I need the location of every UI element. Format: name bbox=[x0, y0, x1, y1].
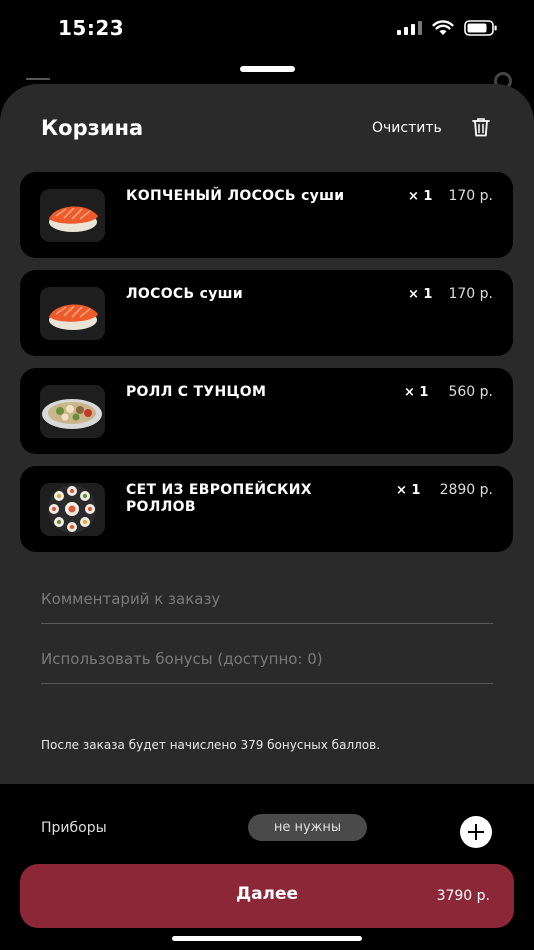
item-price: 560 р. bbox=[448, 384, 493, 400]
item-quantity: × 1 bbox=[404, 385, 429, 400]
item-quantity: × 1 bbox=[408, 287, 433, 302]
status-icons bbox=[397, 20, 498, 36]
order-total: 3790 р. bbox=[436, 888, 490, 904]
salmon-nigiri-image bbox=[40, 189, 105, 242]
sheet-grabber[interactable] bbox=[240, 66, 295, 72]
next-button[interactable]: Далее 3790 р. bbox=[20, 864, 514, 928]
item-name: РОЛЛ С ТУНЦОМ bbox=[126, 384, 267, 400]
item-quantity: × 1 bbox=[408, 189, 433, 204]
item-name: СЕТ ИЗ ЕВРОПЕЙСКИХ РОЛЛОВ bbox=[126, 482, 312, 515]
item-price: 170 р. bbox=[448, 286, 493, 302]
menu-icon bbox=[26, 78, 50, 80]
status-bar: 15:23 bbox=[0, 0, 534, 60]
bonus-field[interactable]: Использовать бонусы (доступно: 0) bbox=[41, 640, 493, 684]
item-quantity: × 1 bbox=[396, 483, 421, 498]
status-time: 15:23 bbox=[58, 16, 125, 40]
add-cutlery-button[interactable] bbox=[460, 816, 492, 848]
checkout-bar: Приборы не нужны Далее 3790 р. bbox=[0, 792, 534, 950]
item-name: КОПЧЕНЫЙ ЛОСОСЬ суши bbox=[126, 188, 345, 204]
comment-field[interactable]: Комментарий к заказу bbox=[41, 580, 493, 624]
home-indicator bbox=[172, 936, 362, 941]
cart-title: Корзина bbox=[41, 116, 144, 140]
cellular-signal-icon bbox=[397, 21, 422, 35]
cart-item[interactable]: РОЛЛ С ТУНЦОМ × 1 560 р. bbox=[20, 368, 513, 454]
trash-icon[interactable] bbox=[472, 117, 490, 141]
cart-item[interactable]: ЛОСОСЬ суши × 1 170 р. bbox=[20, 270, 513, 356]
bonus-placeholder: Использовать бонусы (доступно: 0) bbox=[41, 650, 323, 668]
item-price: 2890 р. bbox=[439, 482, 493, 498]
item-name: ЛОСОСЬ суши bbox=[126, 286, 243, 302]
cart-item[interactable]: КОПЧЕНЫЙ ЛОСОСЬ суши × 1 170 р. bbox=[20, 172, 513, 258]
item-price: 170 р. bbox=[448, 188, 493, 204]
cutlery-value-pill[interactable]: не нужны bbox=[248, 814, 367, 841]
salmon-nigiri-image bbox=[40, 287, 105, 340]
clear-cart-button[interactable]: Очистить bbox=[372, 120, 442, 136]
battery-icon bbox=[464, 20, 498, 36]
roll-set-platter-image bbox=[40, 483, 105, 536]
cart-sheet: Корзина Очистить КОПЧЕНЫЙ ЛОСОСЬ суши × … bbox=[0, 84, 534, 784]
wifi-icon bbox=[432, 20, 454, 36]
comment-placeholder: Комментарий к заказу bbox=[41, 590, 221, 608]
cart-item[interactable]: СЕТ ИЗ ЕВРОПЕЙСКИХ РОЛЛОВ × 1 2890 р. bbox=[20, 466, 513, 552]
cutlery-label: Приборы bbox=[41, 820, 107, 836]
tuna-roll-plate-image bbox=[40, 385, 105, 438]
bonus-note: После заказа будет начислено 379 бонусны… bbox=[41, 738, 381, 752]
